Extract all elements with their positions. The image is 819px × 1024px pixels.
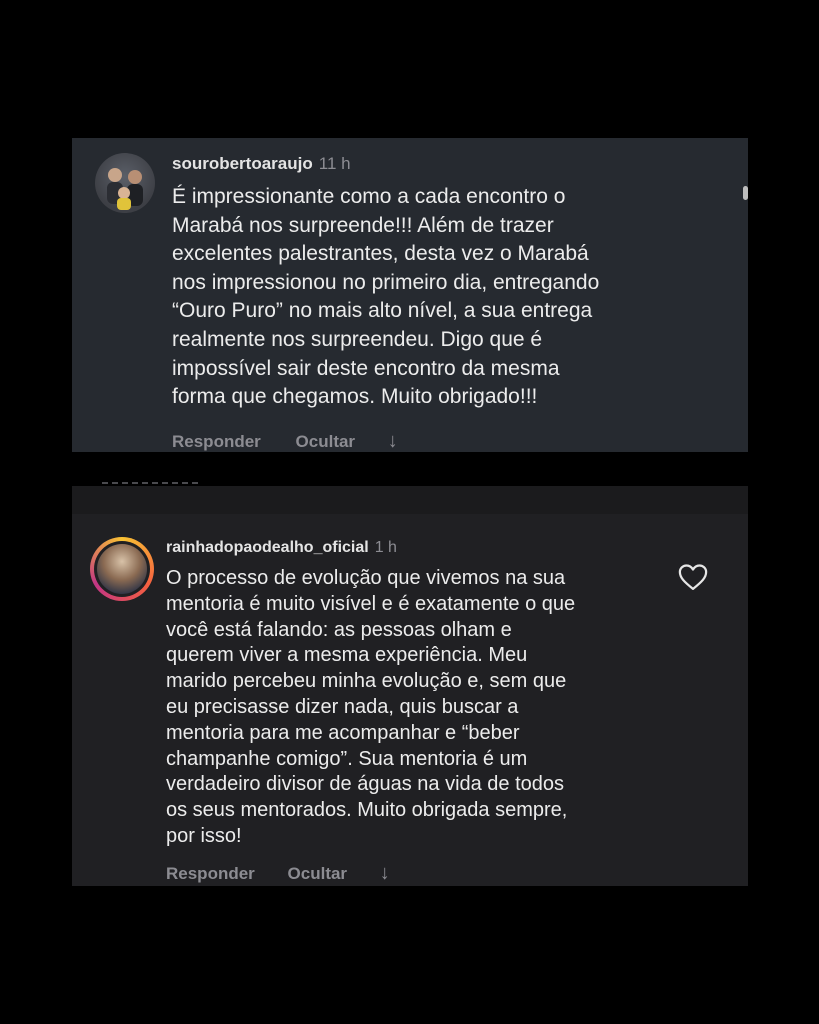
comment-line: impossível sair deste encontro da mesma [172,356,560,380]
comment-line: “Ouro Puro” no mais alto nível, a sua en… [172,299,593,323]
comment-line: O processo de evolução que vivemos na su… [166,567,566,589]
reply-button[interactable]: Responder [172,432,261,452]
comment-timestamp: 11 h [318,154,351,173]
hide-button[interactable]: Ocultar [288,864,348,884]
comment-line: Marabá nos surpreende!!! Além de trazer [172,213,554,237]
hide-button[interactable]: Ocultar [296,432,356,452]
comment-line: verdadeiro divisor de águas na vida de t… [166,773,565,796]
like-icon-edge[interactable] [743,186,748,200]
username-text[interactable]: sourobertoaraujo [172,154,313,173]
comment-actions: Responder Ocultar ↓ [172,430,398,453]
comment-username[interactable]: sourobertoaraujo 11 h [172,154,351,174]
comment-timestamp: 1 h [374,539,397,556]
avatar[interactable] [95,153,155,213]
comment-line: realmente nos surpreendeu. Digo que é [172,327,543,351]
comment-actions: Responder Ocultar ↓ [166,862,390,885]
comment-username[interactable]: rainhadopaodealho_oficial 1 h [166,539,397,557]
previous-comment-strip [72,482,748,514]
comment-line: os seus mentorados. Muito obrigada sempr… [166,799,568,822]
comment-line: forma que chegamos. Muito obrigado!!! [172,385,538,409]
comment-line: você está falando: as pessoas olham e [166,618,512,641]
comment-line: querem viver a mesma experiência. Meu [166,644,528,667]
cropped-text [102,482,198,490]
comment-line: nos impressionou no primeiro dia, entreg… [172,270,600,294]
comment-card: rainhadopaodealho_oficial 1 h O processo … [72,482,748,886]
comment-line: champanhe comigo”. Sua mentoria é um [166,747,528,770]
comment-line: mentoria para me acompanhar e “beber [166,721,520,744]
comment-line: mentoria é muito visível e é exatamente … [166,592,576,615]
comment-line: por isso! [166,824,242,847]
comment-line: excelentes palestrantes, desta vez o Mar… [172,242,589,266]
arrow-down-icon[interactable]: ↓ [388,430,398,453]
comment-text: É impressionante como a cada encontro o … [172,183,599,412]
group-photo-icon [107,168,143,210]
username-text[interactable]: rainhadopaodealho_oficial [166,539,369,556]
comment-line: marido percebeu minha evolução e, sem qu… [166,670,567,693]
arrow-down-icon[interactable]: ↓ [380,862,390,885]
comment-line: É impressionante como a cada encontro o [172,185,566,208]
avatar-photo [97,544,147,594]
heart-icon[interactable] [678,563,708,591]
avatar-story-ring[interactable] [90,537,154,601]
comment-card: sourobertoaraujo 11 h É impressionante co… [72,138,748,452]
comment-text: O processo de evolução que vivemos na su… [166,566,575,850]
comment-line: eu precisasse dizer nada, quis buscar a [166,695,519,718]
reply-button[interactable]: Responder [166,864,255,884]
